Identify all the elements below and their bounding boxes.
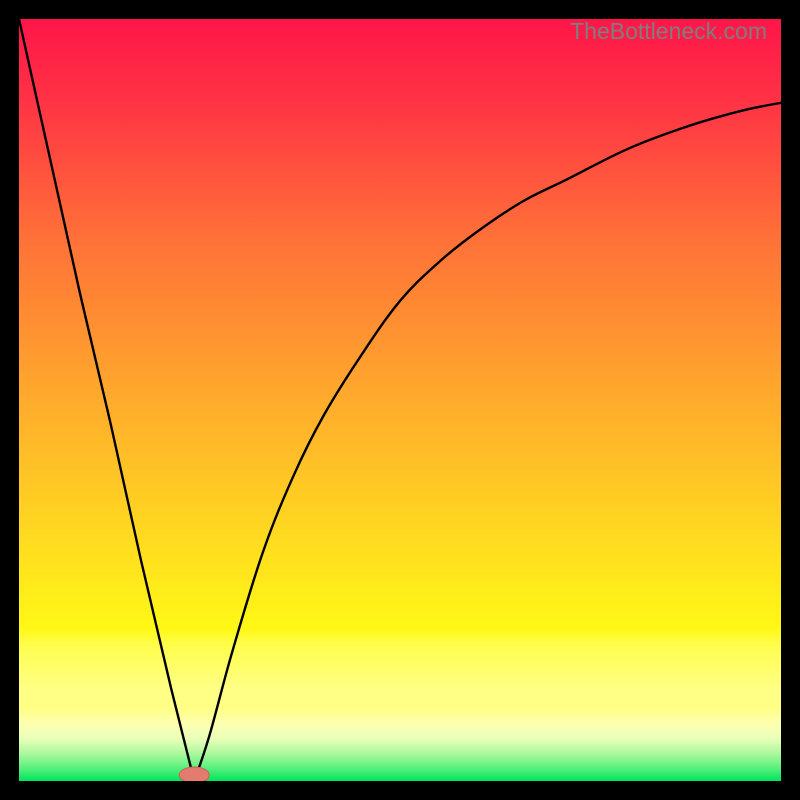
chart-frame: TheBottleneck.com xyxy=(19,19,781,781)
optimal-marker xyxy=(179,767,209,781)
watermark-text: TheBottleneck.com xyxy=(570,18,767,45)
bottleneck-chart xyxy=(19,19,781,781)
